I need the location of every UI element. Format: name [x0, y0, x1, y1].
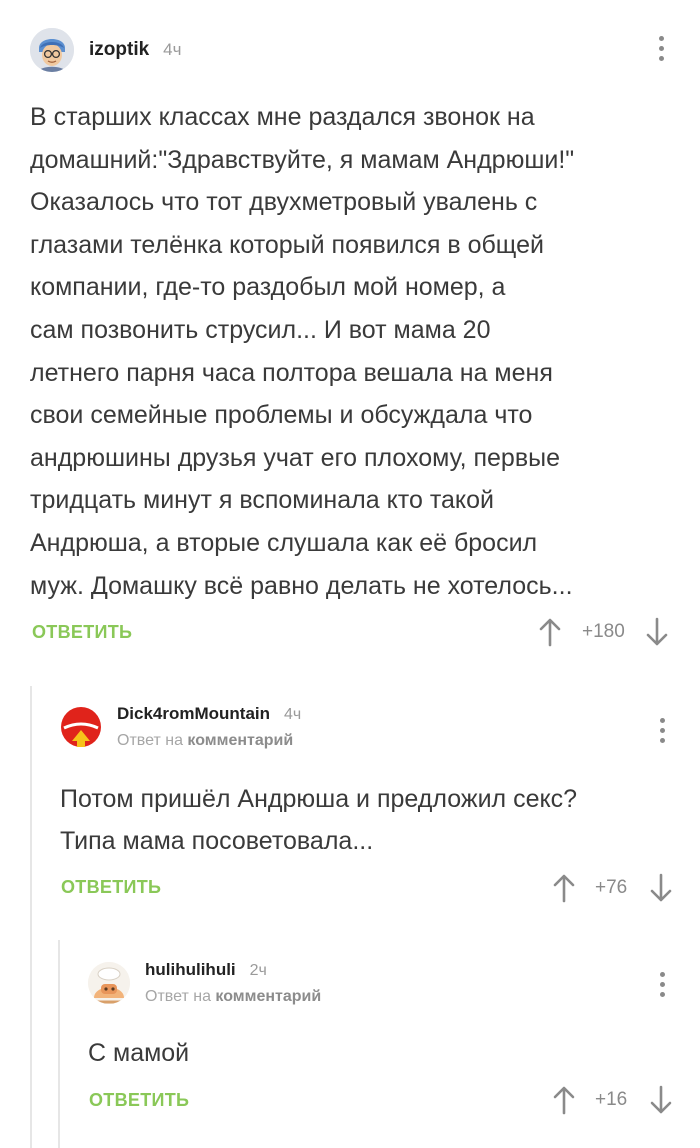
- text-line: андрюшины друзья учат его плохому, первы…: [30, 443, 560, 472]
- header-meta: hulihulihuli 2ч Ответ на комментарий: [145, 960, 321, 1006]
- text-line: В старших классах мне раздался звонок на: [30, 103, 535, 131]
- comment-footer: ОТВЕТИТЬ +180: [0, 612, 700, 652]
- comment-footer: ОТВЕТИТЬ +16: [0, 1080, 700, 1120]
- comment-header: hulihulihuli 2ч Ответ на комментарий: [88, 960, 321, 1006]
- comment-header: Dick4romMountain 4ч Ответ на комментарий: [60, 704, 301, 750]
- text-line: Потом пришёл Андрюша и предложил секс?: [60, 785, 578, 813]
- text-line: Оказалось что тот двухметровый увалень с: [30, 188, 538, 217]
- reply-button[interactable]: ОТВЕТИТЬ: [89, 1090, 189, 1111]
- upvote-arrow-icon[interactable]: [552, 873, 576, 903]
- text-line: сам позвонить струсил... И вот мама 20: [30, 315, 491, 344]
- score: +180: [582, 621, 625, 642]
- comment-text: В старших классах мне раздался звонок на…: [30, 96, 680, 607]
- header-meta: Dick4romMountain 4ч Ответ на комментарий: [117, 704, 301, 750]
- avatar[interactable]: [60, 706, 102, 748]
- upvote-arrow-icon[interactable]: [538, 617, 562, 647]
- vote-block: +180: [538, 616, 669, 648]
- text-line: домашний:"Здравствуйте, я мамам Андрюши!…: [30, 145, 575, 174]
- comment-time: 2ч: [249, 962, 267, 979]
- cartoon-chef-icon: [88, 962, 130, 1004]
- downvote-arrow-icon[interactable]: [649, 1085, 673, 1115]
- comment-time: 4ч: [284, 706, 302, 723]
- score: +76: [595, 877, 628, 898]
- text-line: муж. Домашку всё равно делать не хотелос…: [30, 571, 573, 600]
- avatar[interactable]: [88, 962, 130, 1004]
- comment-text: Потом пришёл Андрюша и предложил секс? Т…: [60, 778, 577, 862]
- comment-footer: ОТВЕТИТЬ +76: [0, 868, 700, 908]
- more-options-icon[interactable]: [658, 718, 666, 743]
- text-line: тридцать минут я вспоминала кто такой: [30, 486, 494, 515]
- upvote-arrow-icon[interactable]: [552, 1085, 576, 1115]
- vote-block: +16: [552, 1084, 673, 1116]
- reply-button[interactable]: ОТВЕТИТЬ: [61, 877, 161, 898]
- downvote-arrow-icon[interactable]: [649, 873, 673, 903]
- text-line: глазами телёнка который появился в общей: [30, 230, 544, 259]
- text-line: С мамой: [88, 1039, 190, 1067]
- score: +16: [595, 1089, 628, 1110]
- author-name[interactable]: hulihulihuli: [145, 960, 236, 980]
- author-name[interactable]: Dick4romMountain: [117, 704, 270, 724]
- reply-to-line: Ответ на комментарий: [145, 988, 321, 1006]
- thread-line: [30, 686, 32, 1148]
- comment-text: С мамой: [88, 1032, 189, 1074]
- downvote-arrow-icon[interactable]: [645, 617, 669, 647]
- vote-block: +76: [552, 872, 673, 904]
- text-line: Андрюша, а вторые слушала как её бросил: [30, 528, 538, 557]
- text-line: компании, где-то раздобыл мой номер, а: [30, 273, 506, 302]
- avatar[interactable]: [30, 28, 74, 72]
- more-options-icon[interactable]: [658, 972, 666, 997]
- comment-header: izoptik 4ч: [30, 28, 181, 72]
- reply-to-line: Ответ на комментарий: [117, 732, 301, 750]
- red-circle-icon: [61, 707, 101, 747]
- reply-to-link[interactable]: комментарий: [215, 988, 321, 1005]
- man-with-glasses-icon: [30, 28, 74, 72]
- reply-to-prefix: Ответ на: [145, 988, 211, 1005]
- text-line: летнего парня часа полтора вешала на мен…: [30, 358, 553, 387]
- reply-to-link[interactable]: комментарий: [187, 732, 293, 749]
- more-options-icon[interactable]: [657, 36, 665, 61]
- text-line: Типа мама посоветовала...: [60, 827, 374, 855]
- reply-button[interactable]: ОТВЕТИТЬ: [32, 622, 132, 643]
- comment-time: 4ч: [163, 40, 182, 59]
- reply-to-prefix: Ответ на: [117, 732, 183, 749]
- text-line: свои семейные проблемы и обсуждала что: [30, 401, 533, 430]
- author-name[interactable]: izoptik: [89, 39, 149, 61]
